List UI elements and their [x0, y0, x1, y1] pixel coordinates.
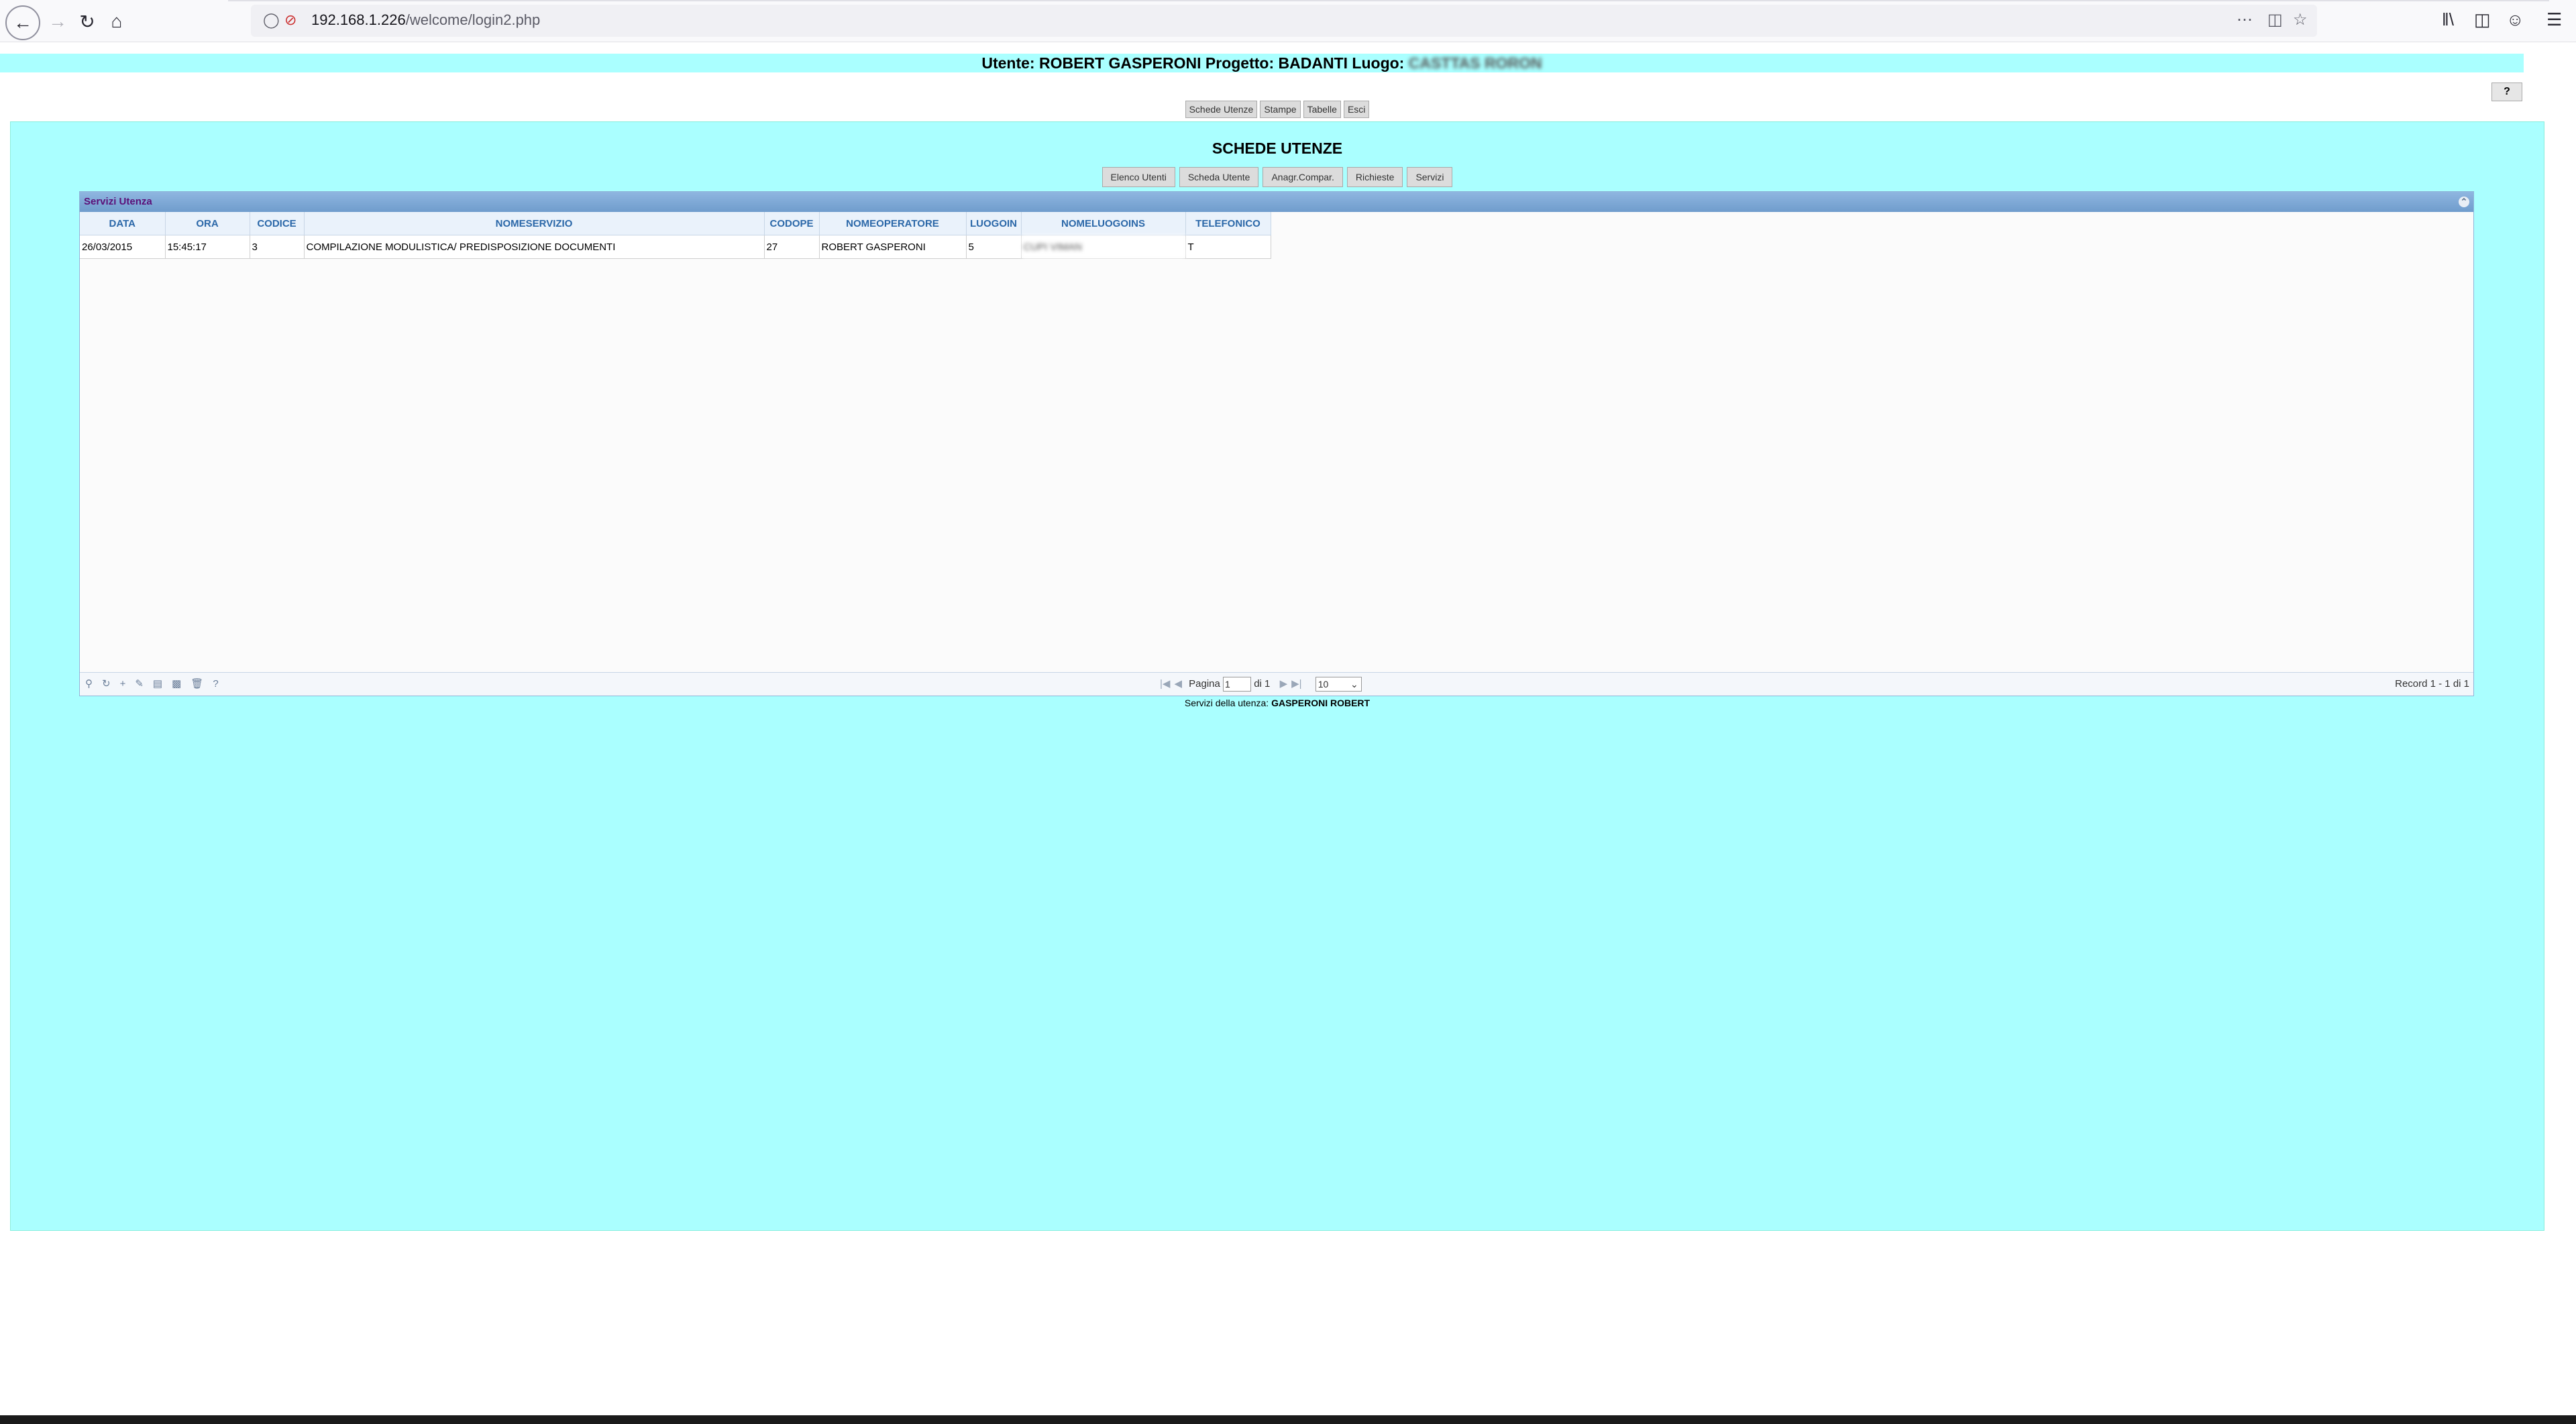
- forward-icon[interactable]: →: [43, 7, 72, 36]
- cell-codope[interactable]: 27: [764, 235, 820, 259]
- footer-note-prefix: Servizi della utenza:: [1184, 698, 1272, 708]
- page-label: Pagina: [1189, 678, 1220, 690]
- column-header-luogoin[interactable]: LUOGOIN: [966, 212, 1022, 235]
- grid-footer-note: Servizi della utenza: GASPERONI ROBERT: [11, 698, 2544, 708]
- collapse-icon[interactable]: ⌃: [2459, 197, 2469, 207]
- cell-luogoin[interactable]: 5: [966, 235, 1022, 259]
- account-icon[interactable]: ☺: [2506, 9, 2524, 30]
- menu-tabelle-button[interactable]: Tabelle: [1303, 101, 1341, 118]
- next-page-icon[interactable]: ▶: [1280, 678, 1288, 690]
- pocket-icon[interactable]: ◫: [2267, 10, 2283, 30]
- table-header-row: DATA ORA CODICE NOMESERVIZIO CODOPE NOME…: [80, 212, 1271, 235]
- column-header-nomeoperatore[interactable]: NOMEOPERATORE: [819, 212, 967, 235]
- prev-page-icon[interactable]: ◀: [1174, 678, 1182, 690]
- cell-telefonico[interactable]: T: [1185, 235, 1271, 259]
- address-bar[interactable]: ◯ ⊘ 192.168.1.226/welcome/login2.php ⋯ ◫…: [251, 5, 2317, 37]
- column-header-telefonico[interactable]: TELEFONICO: [1185, 212, 1271, 235]
- submenu-servizi-button[interactable]: Servizi: [1407, 167, 1453, 187]
- column-header-codope[interactable]: CODOPE: [764, 212, 820, 235]
- rows-per-page-select[interactable]: 10 ⌄: [1315, 677, 1362, 692]
- page-actions-icon[interactable]: ⋯: [2237, 10, 2253, 30]
- top-menu: Schede Utenze Stampe Tabelle Esci: [0, 101, 2555, 118]
- services-grid: Servizi Utenza ⌃ DATA ORA CODICE NOMESER…: [79, 191, 2474, 696]
- submenu-richieste-button[interactable]: Richieste: [1346, 167, 1403, 187]
- column-header-nomeservizio[interactable]: NOMESERVIZIO: [304, 212, 765, 235]
- submenu-anagr-compar-button[interactable]: Anagr.Compar.: [1263, 167, 1343, 187]
- edit-icon[interactable]: ✎: [135, 678, 153, 690]
- pager-navigation: |◀ ◀ Pagina 1 di 1 ▶ ▶| 10 ⌄: [1160, 673, 1362, 696]
- cell-data[interactable]: 26/03/2015: [80, 235, 166, 259]
- header-project: BADANTI: [1278, 54, 1348, 72]
- grid-caption-title: Servizi Utenza: [84, 196, 152, 207]
- home-icon[interactable]: ⌂: [102, 7, 131, 36]
- tab-strip: [228, 0, 2549, 1]
- header-place-redacted: CASTTAS RORON: [1408, 54, 1542, 72]
- submenu-elenco-utenti-button[interactable]: Elenco Utenti: [1102, 167, 1175, 187]
- sub-menu: Elenco Utenti Scheda Utente Anagr.Compar. R…: [11, 167, 2544, 187]
- browser-toolbar: ← → ↻ ⌂ ◯ ⊘ 192.168.1.226/welcome/login2…: [0, 0, 2576, 42]
- column-header-data[interactable]: DATA: [80, 212, 166, 235]
- grid-pager: ⚲↻+✎▤▩🗑? |◀ ◀ Pagina 1 di 1 ▶ ▶| 10 ⌄ Recor…: [80, 672, 2473, 696]
- last-page-icon[interactable]: ▶|: [1291, 678, 1301, 690]
- shield-icon[interactable]: ◯: [263, 11, 280, 29]
- url-text[interactable]: 192.168.1.226/welcome/login2.php: [311, 11, 540, 29]
- chevron-down-icon: ⌄: [1350, 679, 1358, 690]
- cell-codice[interactable]: 3: [250, 235, 305, 259]
- menu-schede-utenze-button[interactable]: Schede Utenze: [1185, 101, 1258, 118]
- search-icon[interactable]: ⚲: [85, 678, 102, 690]
- refresh-icon[interactable]: ↻: [102, 678, 120, 690]
- column-header-nomeluogoins[interactable]: NOMELUOGOINS: [1021, 212, 1186, 235]
- insecure-lock-icon[interactable]: ⊘: [284, 11, 297, 29]
- add-icon[interactable]: +: [120, 678, 136, 690]
- cell-ora[interactable]: 15:45:17: [165, 235, 250, 259]
- table-row[interactable]: 26/03/2015 15:45:17 3 COMPILAZIONE MODUL…: [80, 235, 1271, 259]
- view-icon[interactable]: ▤: [153, 678, 172, 690]
- page-count: di 1: [1254, 678, 1271, 690]
- delete-icon[interactable]: 🗑: [191, 678, 213, 690]
- menu-icon[interactable]: ☰: [2546, 9, 2562, 30]
- user-header: Utente: ROBERT GASPERONI Progetto: BADAN…: [0, 54, 2524, 72]
- column-header-ora[interactable]: ORA: [165, 212, 250, 235]
- taskbar-strip: [0, 1415, 2576, 1424]
- rows-per-page-value: 10: [1318, 679, 1329, 690]
- first-page-icon[interactable]: |◀: [1160, 678, 1170, 690]
- record-info: Record 1 - 1 di 1: [2395, 678, 2469, 690]
- cell-nomeluogoins-redacted[interactable]: CUPI VIMAN: [1021, 235, 1186, 259]
- main-panel: SCHEDE UTENZE Elenco Utenti Scheda Utente…: [10, 121, 2544, 1231]
- page-number-input[interactable]: 1: [1223, 677, 1252, 692]
- header-place-label: Luogo:: [1348, 54, 1409, 72]
- help-icon[interactable]: ?: [213, 678, 227, 690]
- cell-nomeservizio[interactable]: COMPILAZIONE MODULISTICA/ PREDISPOSIZION…: [304, 235, 765, 259]
- sidebar-icon[interactable]: ◫: [2474, 9, 2491, 30]
- services-table: DATA ORA CODICE NOMESERVIZIO CODOPE NOME…: [80, 212, 1271, 259]
- column-header-codice[interactable]: CODICE: [250, 212, 305, 235]
- cell-nomeoperatore[interactable]: ROBERT GASPERONI: [819, 235, 967, 259]
- menu-stampe-button[interactable]: Stampe: [1260, 101, 1301, 118]
- pager-toolbar: ⚲↻+✎▤▩🗑?: [85, 673, 228, 696]
- grid-caption: Servizi Utenza ⌃: [80, 192, 2473, 212]
- header-user: ROBERT GASPERONI: [1039, 54, 1201, 72]
- library-icon[interactable]: ‖\: [2442, 9, 2454, 30]
- footer-note-name: GASPERONI ROBERT: [1271, 698, 1371, 708]
- page-title: SCHEDE UTENZE: [1212, 140, 1343, 157]
- menu-esci-button[interactable]: Esci: [1343, 101, 1370, 118]
- help-button[interactable]: ?: [2491, 83, 2522, 101]
- submenu-scheda-utente-button[interactable]: Scheda Utente: [1179, 167, 1259, 187]
- header-project-label: Progetto:: [1201, 54, 1279, 72]
- bookmark-star-icon[interactable]: ☆: [2293, 10, 2308, 30]
- reload-icon[interactable]: ↻: [72, 7, 102, 36]
- copy-icon[interactable]: ▩: [172, 678, 191, 690]
- header-prefix: Utente:: [981, 54, 1039, 72]
- back-icon[interactable]: ←: [5, 5, 40, 40]
